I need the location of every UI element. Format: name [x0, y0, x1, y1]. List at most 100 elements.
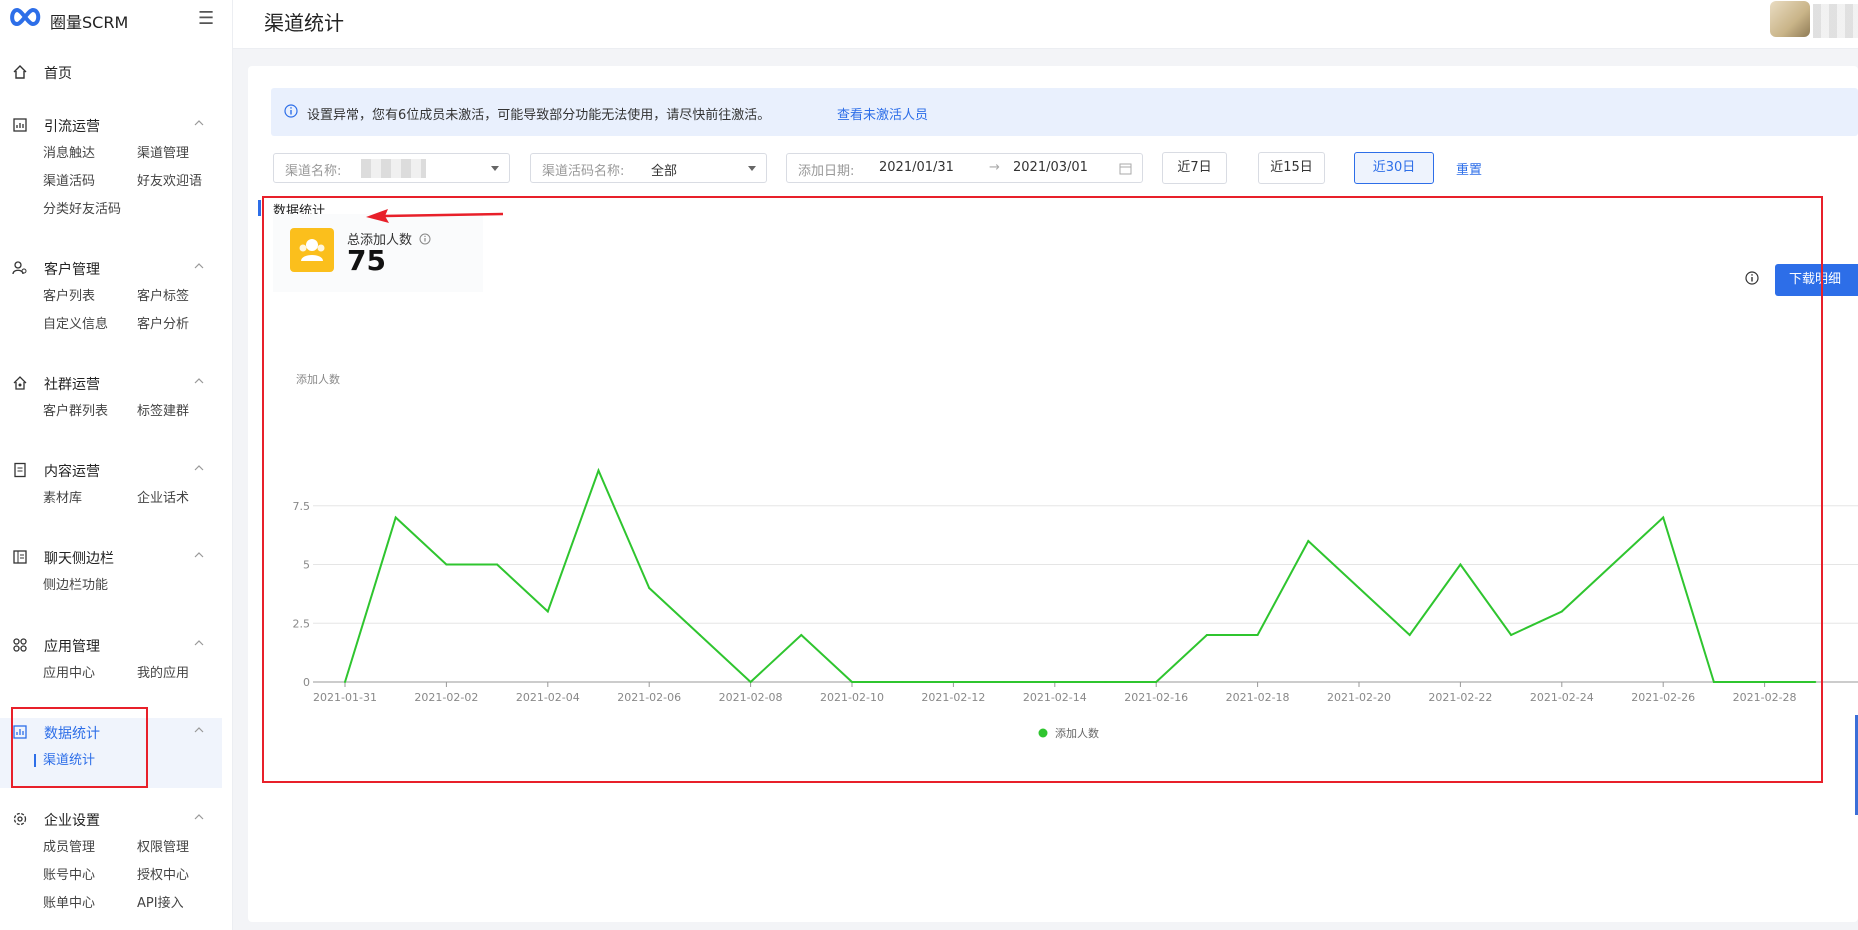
channel-code-value: 全部	[651, 164, 678, 179]
section-title-bar	[258, 200, 261, 216]
highlight-box-chart	[262, 196, 1823, 783]
sidebar-group-items: 客户群列表 标签建群	[43, 403, 222, 420]
chevron-up-icon[interactable]	[193, 549, 205, 561]
sidebar-item-label: 成员管理	[43, 840, 96, 855]
page-title: 渠道统计	[264, 11, 344, 35]
sidebar-item[interactable]: 客户列表	[43, 288, 137, 305]
settings-gear-icon	[13, 812, 27, 826]
date-arrow-icon: →	[989, 160, 1000, 175]
app-logo[interactable]: 圈量SCRM ☰	[8, 6, 228, 32]
user-name-mosaic	[1813, 4, 1858, 38]
quick-30-days-button[interactable]: 近30日	[1354, 152, 1434, 184]
sidebar-group-header[interactable]: 应用管理	[0, 631, 222, 661]
sidebar-group-header[interactable]: 企业设置	[0, 805, 222, 835]
community-icon	[13, 376, 27, 390]
channel-code-select[interactable]: 渠道活码名称: 全部	[530, 153, 767, 183]
home-icon	[13, 65, 27, 79]
sidebar-group-1: 客户管理客户列表 客户标签 自定义信息 客户分析	[0, 254, 222, 333]
chevron-up-icon[interactable]	[193, 811, 205, 823]
sidebar-group-header[interactable]: 社群运营	[0, 369, 222, 399]
sidebar-item[interactable]: 侧边栏功能	[43, 577, 137, 594]
channel-name-select[interactable]: 渠道名称:	[273, 153, 510, 183]
chevron-up-icon[interactable]	[193, 117, 205, 129]
sidebar-item-label: 素材库	[43, 491, 83, 506]
sidebar-item[interactable]: 分类好友活码	[43, 201, 137, 218]
date-start[interactable]: 2021/01/31	[879, 160, 954, 175]
sidebar-group-header[interactable]: 客户管理	[0, 254, 222, 284]
chevron-up-icon[interactable]	[193, 462, 205, 474]
sidebar-item-label: 渠道管理	[137, 146, 190, 161]
sidebar-group-header[interactable]: 内容运营	[0, 456, 222, 486]
sidebar-item[interactable]: 账单中心	[43, 895, 137, 912]
sidebar-item-label: 消息触达	[43, 146, 96, 161]
sidebar-group-label: 应用管理	[44, 639, 100, 655]
reset-button[interactable]: 重置	[1456, 159, 1482, 178]
sidebar-item[interactable]: 我的应用	[137, 665, 227, 682]
sidebar-group-label: 聊天侧边栏	[44, 551, 114, 567]
chevron-up-icon[interactable]	[193, 637, 205, 649]
sidebar-group-4: 聊天侧边栏侧边栏功能	[0, 543, 222, 594]
sidebar-item-label: 分类好友活码	[43, 202, 122, 217]
sidebar-item[interactable]: 标签建群	[137, 403, 227, 420]
sidebar-item-label: 客户分析	[137, 317, 190, 332]
quick-15-days-button[interactable]: 近15日	[1258, 152, 1325, 184]
date-range-picker[interactable]: 添加日期: 2021/01/31 → 2021/03/01	[786, 153, 1143, 183]
sidebar-item[interactable]: 好友欢迎语	[137, 173, 227, 190]
sidebar-item[interactable]: 渠道活码	[43, 173, 137, 190]
chevron-up-icon[interactable]	[193, 260, 205, 272]
sidebar-item[interactable]: 素材库	[43, 490, 137, 507]
sidebar-group-3: 内容运营素材库 企业话术	[0, 456, 222, 507]
info-icon	[284, 104, 298, 118]
sidebar-item[interactable]: API接入	[137, 895, 227, 912]
sidebar-group-label: 企业设置	[44, 813, 100, 829]
sidebar-group-header[interactable]: 聊天侧边栏	[0, 543, 222, 573]
sidebar-item[interactable]: 企业话术	[137, 490, 227, 507]
sidebar-item-label: 客户列表	[43, 289, 96, 304]
chevron-up-icon[interactable]	[193, 375, 205, 387]
menu-collapse-icon[interactable]: ☰	[198, 8, 214, 29]
sidebar-item[interactable]: 渠道管理	[137, 145, 227, 162]
sidebar-group-5: 应用管理 应用中心 我的应用	[0, 631, 222, 682]
sidebar-item[interactable]: 权限管理	[137, 839, 227, 856]
sidebar-group-items: 侧边栏功能	[43, 577, 222, 594]
sidebar-item-label: 应用中心	[43, 666, 96, 681]
date-end[interactable]: 2021/03/01	[1013, 160, 1088, 175]
chevron-up-icon[interactable]	[193, 724, 205, 736]
sidebar-item[interactable]: 应用中心	[43, 665, 137, 682]
calendar-icon	[1119, 163, 1132, 175]
channel-code-label: 渠道活码名称:	[542, 164, 625, 179]
sidebar-item-label: 权限管理	[137, 840, 190, 855]
app-name: 圈量SCRM	[50, 13, 129, 32]
traffic-chart-icon	[13, 118, 27, 132]
sidebar-panel-icon	[13, 550, 27, 564]
sidebar-item[interactable]: 账号中心	[43, 867, 137, 884]
sidebar-group-0: 引流运营 消息触达 渠道管理 渠道活码 好友欢迎语 分类好友活码	[0, 111, 222, 218]
sidebar-item[interactable]: 客户群列表	[43, 403, 137, 420]
sidebar: 圈量SCRM ☰ 首页 引流运营 消息触达 渠道管理 渠道活码 好友欢迎语 分类好友活码客…	[0, 0, 233, 930]
quick-7-days-button[interactable]: 近7日	[1162, 152, 1227, 184]
channel-name-label: 渠道名称:	[285, 164, 342, 179]
sidebar-item[interactable]: 客户标签	[137, 288, 227, 305]
sidebar-group-7: 企业设置 成员管理 权限管理 账号中心 授权中心 账单中心 API接入	[0, 805, 222, 912]
sidebar-group-label: 社群运营	[44, 377, 100, 393]
sidebar-item[interactable]: 授权中心	[137, 867, 227, 884]
sidebar-group-label: 内容运营	[44, 464, 100, 480]
red-arrow-annotation	[366, 209, 504, 223]
avatar[interactable]	[1770, 1, 1810, 37]
sidebar-item-label: 企业话术	[137, 491, 190, 506]
sidebar-item[interactable]: 自定义信息	[43, 316, 137, 333]
sidebar-item-label: 客户标签	[137, 289, 190, 304]
sidebar-item-home[interactable]: 首页	[0, 58, 222, 88]
sidebar-group-items: 成员管理 权限管理 账号中心 授权中心 账单中心 API接入	[43, 839, 222, 912]
chevron-down-icon	[748, 166, 756, 171]
sidebar-item[interactable]: 客户分析	[137, 316, 227, 333]
sidebar-item[interactable]: 消息触达	[43, 145, 137, 162]
view-inactive-members-link[interactable]: 查看未激活人员	[837, 104, 928, 123]
sidebar-item-label: 客户群列表	[43, 404, 109, 419]
sidebar-group-header[interactable]: 引流运营	[0, 111, 222, 141]
sidebar-item[interactable]: 成员管理	[43, 839, 137, 856]
sidebar-group-items: 客户列表 客户标签 自定义信息 客户分析	[43, 288, 222, 333]
sidebar-item-label: 标签建群	[137, 404, 190, 419]
chevron-down-icon	[491, 166, 499, 171]
customer-icon	[12, 261, 27, 275]
